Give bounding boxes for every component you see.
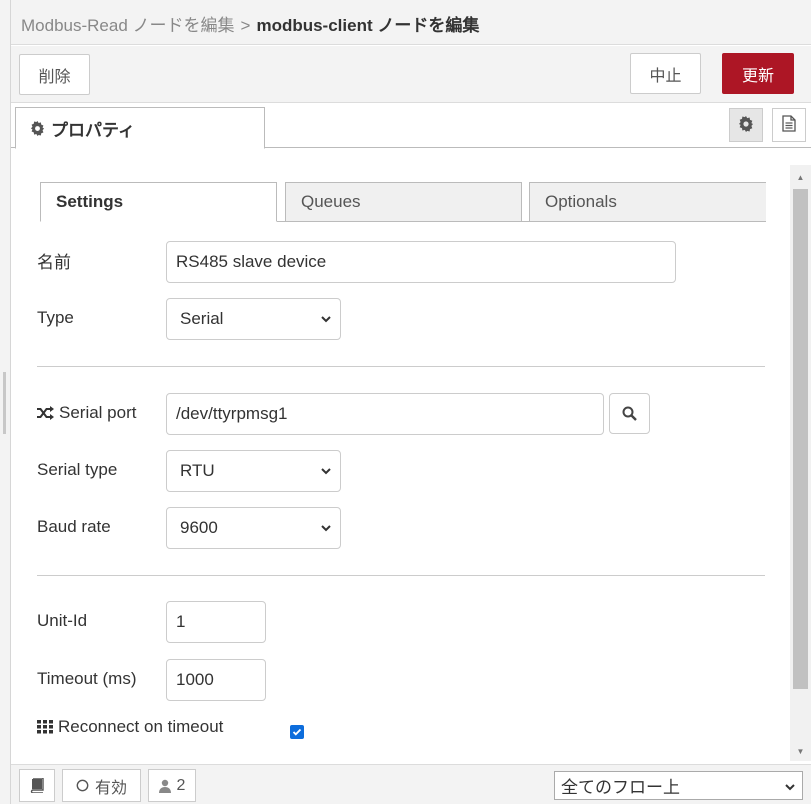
chevron-down-icon bbox=[321, 316, 331, 323]
section-divider bbox=[37, 575, 765, 576]
reconnect-checkbox[interactable] bbox=[290, 725, 304, 739]
tab-bar: プロパティ bbox=[11, 104, 811, 149]
serial-port-label: Serial port bbox=[37, 401, 136, 425]
scroll-up-arrow[interactable]: ▲ bbox=[790, 169, 811, 185]
breadcrumb-separator: > bbox=[240, 16, 251, 35]
gear-icon bbox=[738, 115, 754, 135]
reconnect-label: Reconnect on timeout bbox=[37, 715, 223, 739]
serial-port-label-text: Serial port bbox=[59, 403, 137, 422]
baud-rate-select[interactable]: 9600 bbox=[166, 507, 341, 549]
document-icon bbox=[782, 115, 796, 135]
node-settings-button[interactable] bbox=[729, 108, 763, 142]
circle-icon bbox=[76, 779, 89, 792]
grid-icon bbox=[37, 720, 53, 734]
tray-content: Settings Queues Optionals 名前 RS485 slave… bbox=[11, 148, 790, 761]
enabled-label: 有効 bbox=[94, 779, 127, 797]
users-button[interactable]: 2 bbox=[148, 769, 196, 802]
type-select-value: Serial bbox=[180, 309, 224, 328]
section-divider bbox=[37, 366, 765, 367]
name-label: 名前 bbox=[37, 252, 71, 272]
unit-id-label: Unit-Id bbox=[37, 611, 88, 630]
resize-handle[interactable] bbox=[3, 372, 6, 434]
chevron-down-icon bbox=[785, 784, 795, 791]
serial-type-label: Serial type bbox=[37, 460, 118, 479]
left-resize-strip bbox=[0, 0, 11, 804]
user-icon bbox=[158, 779, 171, 793]
breadcrumb-current: modbus-client ノードを編集 bbox=[256, 16, 480, 35]
node-description-button[interactable] bbox=[772, 108, 806, 142]
delete-button[interactable]: 削除 bbox=[19, 54, 90, 95]
help-button[interactable] bbox=[19, 769, 55, 802]
tab-properties-label: プロパティ bbox=[51, 120, 135, 140]
serial-port-input[interactable]: /dev/ttyrpmsg1 bbox=[166, 393, 604, 435]
checkmark-icon bbox=[292, 728, 302, 736]
baud-rate-select-value: 9600 bbox=[180, 518, 218, 537]
timeout-label: Timeout (ms) bbox=[37, 669, 137, 688]
config-subtabs: Settings Queues Optionals bbox=[40, 182, 766, 222]
tray-toolbar: 削除 中止 更新 bbox=[11, 46, 811, 103]
reconnect-label-text: Reconnect on timeout bbox=[58, 717, 224, 736]
content-scrollbar[interactable]: ▲ ▼ bbox=[790, 165, 811, 761]
scroll-down-arrow[interactable]: ▼ bbox=[790, 743, 811, 759]
type-label: Type bbox=[37, 308, 74, 327]
subtab-queues[interactable]: Queues bbox=[285, 182, 522, 222]
serial-port-search-button[interactable] bbox=[609, 393, 650, 434]
breadcrumb: Modbus-Read ノードを編集 > modbus-client ノードを編集 bbox=[21, 11, 479, 36]
subtab-settings[interactable]: Settings bbox=[40, 182, 277, 222]
subtab-optionals[interactable]: Optionals bbox=[529, 182, 766, 222]
book-icon bbox=[30, 778, 44, 793]
serial-type-select-value: RTU bbox=[180, 461, 215, 480]
baud-rate-label: Baud rate bbox=[37, 517, 111, 536]
breadcrumb-parent[interactable]: Modbus-Read ノードを編集 bbox=[21, 16, 235, 35]
chevron-down-icon bbox=[321, 468, 331, 475]
enabled-toggle[interactable]: 有効 bbox=[62, 769, 141, 802]
chevron-down-icon bbox=[321, 525, 331, 532]
users-count: 2 bbox=[176, 776, 186, 794]
name-input[interactable]: RS485 slave device bbox=[166, 241, 676, 283]
gear-icon bbox=[30, 120, 45, 136]
scope-select[interactable]: 全てのフロー上 bbox=[554, 771, 803, 800]
update-button[interactable]: 更新 bbox=[722, 53, 794, 94]
search-icon bbox=[622, 406, 637, 421]
scroll-thumb[interactable] bbox=[793, 189, 808, 689]
shuffle-icon bbox=[37, 406, 54, 420]
unit-id-input[interactable]: 1 bbox=[166, 601, 266, 643]
timeout-input[interactable]: 1000 bbox=[166, 659, 266, 701]
tray-header: Modbus-Read ノードを編集 > modbus-client ノードを編集 bbox=[11, 0, 811, 45]
serial-type-select[interactable]: RTU bbox=[166, 450, 341, 492]
tray-footer: 有効 2 全てのフロー上 bbox=[11, 764, 811, 804]
scope-select-value: 全てのフロー上 bbox=[561, 778, 680, 797]
tab-properties[interactable]: プロパティ bbox=[15, 107, 265, 149]
type-select[interactable]: Serial bbox=[166, 298, 341, 340]
cancel-button[interactable]: 中止 bbox=[630, 53, 701, 94]
